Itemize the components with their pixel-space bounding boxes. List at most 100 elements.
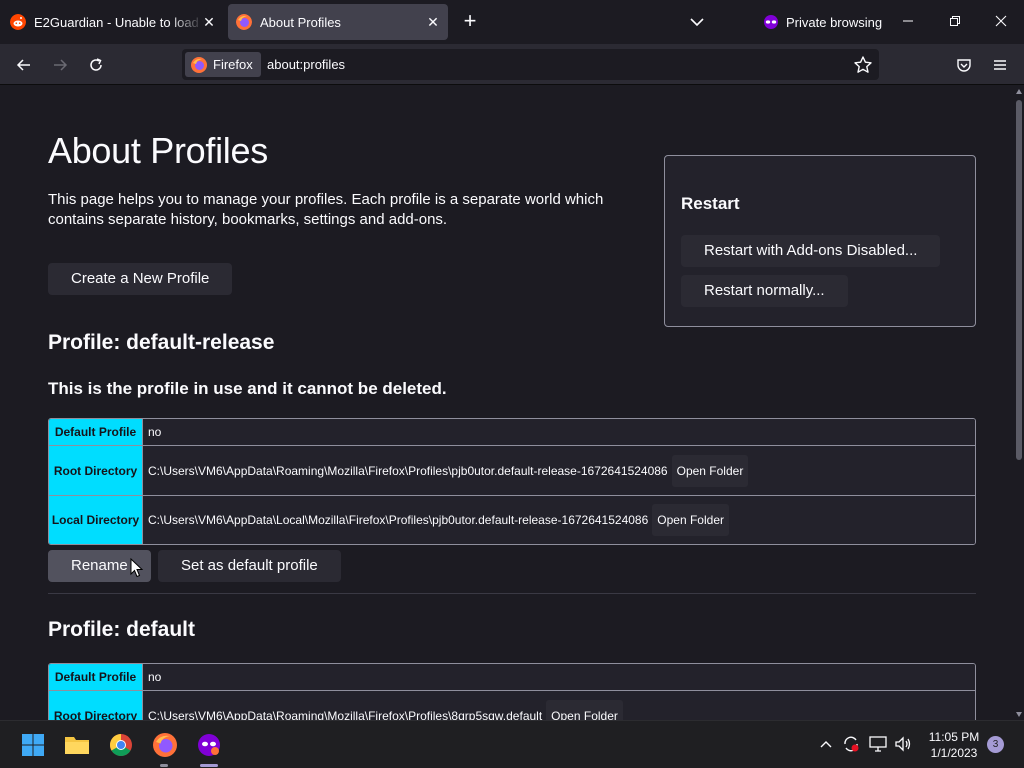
table-row: Root Directory C:\Users\VM6\AppData\Roam… xyxy=(49,690,975,720)
screen: E2Guardian - Unable to load we ✕ About P… xyxy=(0,0,1024,768)
chrome-icon xyxy=(110,734,132,756)
open-root-folder-button[interactable]: Open Folder xyxy=(671,454,749,487)
minimize-icon xyxy=(903,20,913,22)
profile-heading: Profile: default-release xyxy=(48,331,275,354)
row-label: Root Directory xyxy=(49,446,143,495)
restart-panel: Restart Restart with Add-ons Disabled...… xyxy=(664,155,976,327)
page-scrollbar[interactable] xyxy=(1014,86,1024,720)
chevron-up-icon xyxy=(820,741,832,748)
row-label: Default Profile xyxy=(49,664,143,690)
row-label: Local Directory xyxy=(49,496,143,544)
profile-table: Default Profile no Root Directory C:\Use… xyxy=(48,663,976,720)
file-explorer-button[interactable] xyxy=(63,731,91,759)
windows-logo-icon xyxy=(22,734,44,756)
profile-table: Default Profile no Root Directory C:\Use… xyxy=(48,418,976,545)
tab-e2guardian[interactable]: E2Guardian - Unable to load we ✕ xyxy=(4,4,224,40)
profile-separator xyxy=(48,593,976,594)
private-mask-icon xyxy=(764,15,778,29)
sync-alert-icon xyxy=(844,736,859,752)
page-intro: This page helps you to manage your profi… xyxy=(48,191,604,228)
chrome-button[interactable] xyxy=(107,731,135,759)
reload-icon xyxy=(90,58,102,71)
close-tab-icon[interactable]: ✕ xyxy=(424,13,442,31)
firefox-private-icon xyxy=(198,734,220,756)
table-row: Root Directory C:\Users\VM6\AppData\Roam… xyxy=(49,445,975,495)
new-tab-button[interactable]: + xyxy=(458,10,482,34)
row-label: Root Directory xyxy=(49,691,143,720)
address-bar[interactable]: Firefox about:profiles xyxy=(182,49,879,80)
page-title: About Profiles xyxy=(48,130,268,171)
restart-addons-disabled-button[interactable]: Restart with Add-ons Disabled... xyxy=(681,235,941,267)
firefox-icon xyxy=(236,14,252,30)
row-value: no xyxy=(143,419,975,445)
start-button[interactable] xyxy=(19,731,47,759)
identity-box[interactable]: Firefox xyxy=(185,52,261,77)
reddit-icon xyxy=(10,14,26,30)
firefox-private-taskbar-button[interactable] xyxy=(195,731,223,759)
network-button[interactable] xyxy=(867,733,889,755)
scroll-down-icon[interactable] xyxy=(1016,712,1022,717)
local-directory-path: C:\Users\VM6\AppData\Local\Mozilla\Firef… xyxy=(148,513,649,527)
restart-heading: Restart xyxy=(681,194,740,213)
create-new-profile-button[interactable]: Create a New Profile xyxy=(48,263,233,295)
row-value: no xyxy=(143,664,975,690)
tab-strip: E2Guardian - Unable to load we ✕ About P… xyxy=(0,0,1024,44)
speaker-icon xyxy=(895,736,911,752)
private-browsing-indicator: Private browsing xyxy=(762,12,882,32)
forward-button[interactable] xyxy=(47,52,73,78)
scroll-up-icon[interactable] xyxy=(1016,89,1022,94)
url-text[interactable]: about:profiles xyxy=(267,57,345,72)
close-tab-icon[interactable]: ✕ xyxy=(200,13,218,31)
notification-count-badge[interactable]: 3 xyxy=(987,736,1004,753)
close-icon xyxy=(995,15,1007,27)
folder-icon xyxy=(65,737,89,754)
tab-title: E2Guardian - Unable to load we xyxy=(34,14,204,30)
private-window-active-indicator xyxy=(200,764,218,767)
restore-button[interactable] xyxy=(943,10,967,34)
set-default-profile-button[interactable]: Set as default profile xyxy=(158,550,341,582)
profile-in-use-note: This is the profile in use and it cannot… xyxy=(48,379,447,398)
row-value: C:\Users\VM6\AppData\Roaming\Mozilla\Fir… xyxy=(143,691,975,720)
minimize-button[interactable] xyxy=(896,10,920,34)
table-row: Local Directory C:\Users\VM6\AppData\Loc… xyxy=(49,495,975,544)
forward-arrow-icon xyxy=(54,59,68,71)
hamburger-menu-icon xyxy=(994,60,1006,70)
restart-normally-button[interactable]: Restart normally... xyxy=(681,275,848,307)
firefox-taskbar-button[interactable] xyxy=(151,731,179,759)
firefox-icon xyxy=(153,733,177,757)
firefox-running-indicator xyxy=(160,764,168,767)
pocket-button[interactable] xyxy=(951,52,977,78)
tab-title: About Profiles xyxy=(260,14,341,30)
table-row: Default Profile no xyxy=(49,664,975,690)
row-value: C:\Users\VM6\AppData\Roaming\Mozilla\Fir… xyxy=(143,446,975,495)
app-menu-button[interactable] xyxy=(987,52,1013,78)
table-row: Default Profile no xyxy=(49,419,975,445)
windows-taskbar: 11:05 PM 1/1/2023 3 xyxy=(0,720,1024,768)
row-label: Default Profile xyxy=(49,419,143,445)
identity-label: Firefox xyxy=(213,57,253,72)
page-content: About Profiles This page helps you to ma… xyxy=(0,86,1024,720)
sync-status-button[interactable] xyxy=(840,733,862,755)
back-arrow-icon xyxy=(16,59,30,71)
reload-button[interactable] xyxy=(83,52,109,78)
list-all-tabs-icon[interactable] xyxy=(686,12,708,32)
root-directory-path: C:\Users\VM6\AppData\Roaming\Mozilla\Fir… xyxy=(148,708,543,721)
mouse-cursor-icon xyxy=(130,558,144,578)
default-profile-value: no xyxy=(148,425,162,439)
default-profile-value: no xyxy=(148,670,162,684)
back-button[interactable] xyxy=(11,52,37,78)
pocket-icon xyxy=(957,59,971,72)
open-root-folder-button[interactable]: Open Folder xyxy=(546,699,623,720)
close-window-button[interactable] xyxy=(989,10,1013,34)
show-hidden-icons-button[interactable] xyxy=(815,733,837,755)
system-clock[interactable]: 11:05 PM 1/1/2023 xyxy=(922,729,986,761)
network-monitor-icon xyxy=(869,736,887,752)
volume-button[interactable] xyxy=(892,733,914,755)
tab-about-profiles[interactable]: About Profiles ✕ xyxy=(228,4,448,40)
bookmark-star-icon[interactable] xyxy=(853,55,873,75)
open-local-folder-button[interactable]: Open Folder xyxy=(652,504,729,536)
scrollbar-thumb[interactable] xyxy=(1016,100,1022,460)
clock-date: 1/1/2023 xyxy=(930,746,978,760)
row-value: C:\Users\VM6\AppData\Local\Mozilla\Firef… xyxy=(143,496,975,544)
profile-heading: Profile: default xyxy=(48,618,196,641)
